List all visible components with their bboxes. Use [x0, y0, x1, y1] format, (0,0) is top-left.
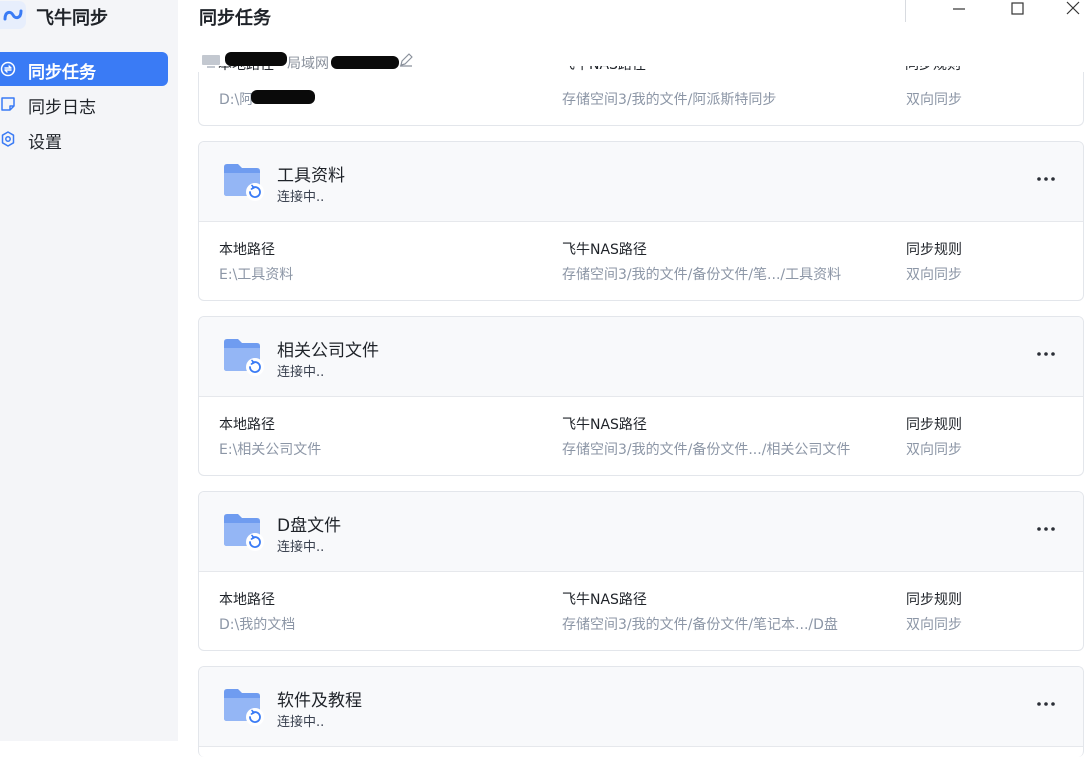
more-button[interactable]	[1035, 518, 1057, 540]
edit-icon[interactable]	[399, 53, 413, 67]
local-path: D:\阿	[219, 92, 254, 108]
more-button[interactable]	[1035, 693, 1057, 715]
close-icon	[1066, 1, 1080, 15]
minimize-button[interactable]	[947, 0, 971, 18]
task-card[interactable]: D盘文件 连接中.. 本地路径 飞牛NAS路径 同步规则 D:\我的文档 存储空…	[198, 491, 1084, 651]
sidebar-item-sync-log[interactable]: 同步日志	[0, 87, 168, 121]
folder-sync-icon	[224, 339, 264, 376]
task-card[interactable]: 软件及教程 连接中..	[198, 666, 1084, 757]
titlebar-divider	[905, 0, 906, 22]
more-icon	[1037, 177, 1055, 181]
sidebar-item-sync-tasks[interactable]: 同步任务	[0, 52, 168, 86]
app-logo-icon	[0, 1, 26, 29]
column-label-nas: 飞牛NAS路径	[562, 417, 647, 433]
task-name: 软件及教程	[277, 691, 362, 711]
close-button[interactable]	[1061, 0, 1085, 18]
column-label-nas: 飞牛NAS路径	[562, 242, 647, 258]
column-label-local: 本地路径	[219, 592, 275, 608]
more-button[interactable]	[1035, 168, 1057, 190]
more-button[interactable]	[1035, 343, 1057, 365]
note-icon	[1, 97, 15, 111]
redacted-path	[251, 90, 315, 104]
redacted-address	[331, 56, 399, 69]
task-status: 连接中..	[277, 190, 325, 205]
local-path: E:\工具资料	[219, 267, 294, 283]
nas-path: 存储空间3/我的文件/备份文件.../相关公司文件	[562, 442, 851, 458]
redacted-device-name	[225, 52, 287, 66]
task-card[interactable]: 工具资料 连接中.. 本地路径 飞牛NAS路径 同步规则 E:\工具资料 存储空…	[198, 141, 1084, 301]
column-label-rule-cut: 同步规则	[905, 66, 961, 72]
local-path: D:\我的文档	[219, 617, 296, 633]
column-label-rule: 同步规则	[906, 592, 962, 608]
sync-rule: 双向同步	[906, 617, 962, 633]
folder-sync-icon	[224, 689, 264, 726]
task-status: 连接中..	[277, 365, 325, 380]
maximize-button[interactable]	[1005, 0, 1029, 18]
sidebar: 飞牛同步 同步任务 同步日志 设置	[0, 0, 178, 741]
sidebar-item-label: 同步任务	[28, 63, 96, 83]
column-label-nas: 飞牛NAS路径	[562, 592, 647, 608]
column-label-local-cut: 本地路径	[218, 66, 274, 72]
page-title: 同步任务	[199, 8, 271, 29]
folder-sync-icon	[224, 514, 264, 551]
nas-path: 存储空间3/我的文件/备份文件/笔.../工具资料	[562, 267, 842, 283]
task-name: 相关公司文件	[277, 341, 379, 361]
task-card-header: 相关公司文件 连接中..	[199, 317, 1083, 397]
task-status: 连接中..	[277, 540, 325, 555]
local-path: E:\相关公司文件	[219, 442, 322, 458]
app-name: 飞牛同步	[36, 8, 108, 29]
minimize-icon	[953, 8, 965, 10]
column-label-local: 本地路径	[219, 417, 275, 433]
more-icon	[1037, 352, 1055, 356]
task-card-header: 工具资料 连接中..	[199, 142, 1083, 222]
sync-rule: 双向同步	[906, 267, 962, 283]
column-label-nas-cut: 飞牛NAS路径	[561, 66, 646, 72]
more-icon	[1037, 527, 1055, 531]
column-label-rule: 同步规则	[906, 242, 962, 258]
sidebar-item-settings[interactable]: 设置	[0, 122, 168, 156]
gear-icon	[1, 131, 15, 147]
network-label: 局域网	[287, 56, 329, 72]
sync-rule: 双向同步	[906, 92, 962, 108]
task-card-header: D盘文件 连接中..	[199, 492, 1083, 572]
folder-sync-icon	[224, 164, 264, 201]
nas-path: 存储空间3/我的文件/备份文件/笔记本.../D盘	[562, 617, 838, 633]
sync-icon	[0, 61, 16, 77]
more-icon	[1037, 702, 1055, 706]
sync-rule: 双向同步	[906, 442, 962, 458]
task-card-header: 软件及教程 连接中..	[199, 667, 1083, 747]
sidebar-item-label: 同步日志	[28, 98, 96, 118]
task-card-partial: 本地路径 飞牛NAS路径 同步规则 D:\阿 存储空间3/我的文件/阿派斯特同步…	[198, 72, 1084, 126]
column-label-rule: 同步规则	[906, 417, 962, 433]
task-name: 工具资料	[277, 166, 345, 186]
task-name: D盘文件	[277, 516, 342, 536]
task-card[interactable]: 相关公司文件 连接中.. 本地路径 飞牛NAS路径 同步规则 E:\相关公司文件…	[198, 316, 1084, 476]
maximize-icon	[1011, 2, 1024, 15]
nas-path: 存储空间3/我的文件/阿派斯特同步	[562, 92, 777, 108]
task-status: 连接中..	[277, 715, 325, 730]
column-label-local: 本地路径	[219, 242, 275, 258]
sidebar-item-label: 设置	[28, 133, 62, 153]
